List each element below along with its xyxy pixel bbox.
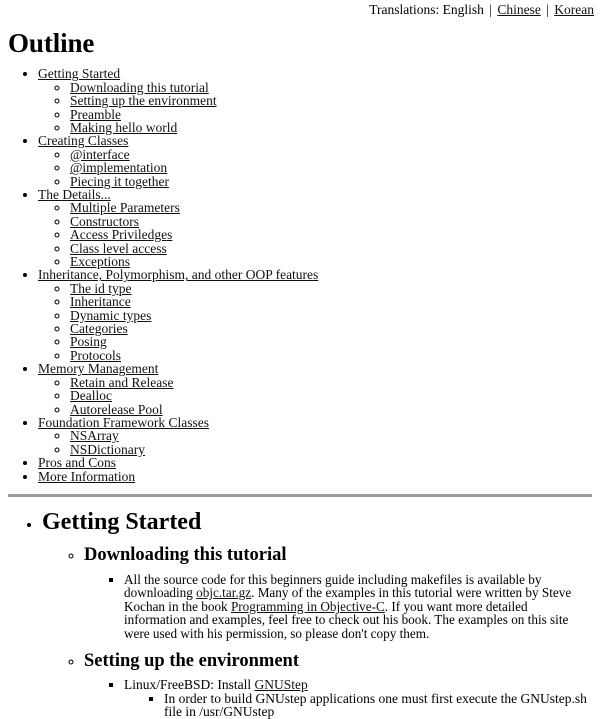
content-section-getting-started: Getting Started Downloading this tutoria… [42,509,592,719]
outline-sublist: NSArray NSDictionary [38,429,592,456]
translations-link-chinese[interactable]: Chinese [497,2,541,17]
outline-subitem: Autorelease Pool [70,402,592,416]
outline-sublist: Retain and Release Dealloc Autorelease P… [38,375,592,416]
outline-subitem: Access Priviledges [70,228,592,242]
outline-sublist: @interface @implementation Piecing it to… [38,148,592,188]
outline-list: Getting Started Downloading this tutoria… [8,67,592,483]
outline-sublist: Downloading this tutorial Setting up the… [38,81,592,135]
translations-separator-1: | [489,2,492,17]
outline-section: Memory Management Retain and Release Dea… [38,362,592,416]
outline-section: Getting Started Downloading this tutoria… [38,67,592,134]
outline-subitem: Categories [70,322,592,336]
environment-item-prefix: Linux/FreeBSD: Install [124,676,255,692]
content-environment-sublist: In order to build GNUstep applications o… [124,691,592,719]
outline-subitem: Making hello world [70,121,592,135]
outline-subitem: Inheritance [70,295,592,309]
outline-sublist: The id type Inheritance Dynamic types Ca… [38,282,592,363]
translations-separator-2: | [546,2,549,17]
outline-subitem: NSDictionary [70,442,592,456]
outline-subitem: Class level access [70,241,592,255]
outline-subitem: @implementation [70,161,592,175]
outline-section: Creating Classes @interface @implementat… [38,134,592,188]
outline-subitem: Constructors [70,215,592,229]
content-heading-downloading-this-tutorial: Downloading this tutorial [84,545,287,566]
content-subsection-setting-up: Setting up the environment Linux/FreeBSD… [84,651,592,719]
outline-subitem: Multiple Parameters [70,201,592,215]
outline-subitem: Exceptions [70,255,592,269]
content-environment-list: Linux/FreeBSD: Install GNUStep In order … [84,676,592,719]
outline-subitem: Posing [70,335,592,349]
outline-subitem: Dynamic types [70,308,592,322]
translations-bar: Translations: English | Chinese | Korean [0,0,600,17]
content-paragraph-downloading: All the source code for this beginners g… [124,572,592,641]
outline-section: The Details... Multiple Parameters Const… [38,188,592,269]
content-subsection-downloading: Downloading this tutorial All the source… [84,545,592,640]
content-environment-subitem: In order to build GNUstep applications o… [164,691,592,719]
outline-subitem: Dealloc [70,389,592,403]
link-gnustep[interactable]: GNUStep [255,677,308,692]
outline-subitem: Piecing it together [70,174,592,188]
outline-subitem: Retain and Release [70,375,592,389]
outline-link-more-information[interactable]: More Information [38,469,135,484]
outline-section: Pros and Cons [38,456,592,470]
outline-subitem: Downloading this tutorial [70,81,592,95]
content-paragraph-list: All the source code for this beginners g… [84,572,592,641]
outline-sublist: Multiple Parameters Constructors Access … [38,201,592,268]
content-heading-setting-up-the-environment: Setting up the environment [84,650,299,671]
section-divider [8,493,592,497]
main-content: Getting Started Downloading this tutoria… [8,509,592,719]
content-paragraph-item: All the source code for this beginners g… [124,572,592,641]
translations-link-korean[interactable]: Korean [554,2,594,17]
outline-section: Inheritance, Polymorphism, and other OOP… [38,268,592,362]
translations-current-language: English [442,2,484,17]
outline-subitem: The id type [70,282,592,296]
outline-section: Foundation Framework Classes NSArray NSD… [38,416,592,456]
outline-subitem: Protocols [70,349,592,363]
outline-subitem: Preamble [70,107,592,121]
outline-subitem: NSArray [70,429,592,443]
translations-label: Translations: [369,2,440,17]
content-sublist: Downloading this tutorial All the source… [42,545,592,719]
page-body: Outline Getting Started Downloading this… [0,29,600,719]
outline-subitem: @interface [70,148,592,162]
content-list: Getting Started Downloading this tutoria… [8,509,592,719]
outline-link-foundation-framework-classes[interactable]: Foundation Framework Classes [38,415,209,430]
content-heading-getting-started: Getting Started [42,508,202,535]
outline-subitem: Setting up the environment [70,94,592,108]
outline-section: More Information [38,469,592,484]
page-title: Outline [8,28,95,58]
content-environment-item-linux: Linux/FreeBSD: Install GNUStep In order … [124,676,592,719]
